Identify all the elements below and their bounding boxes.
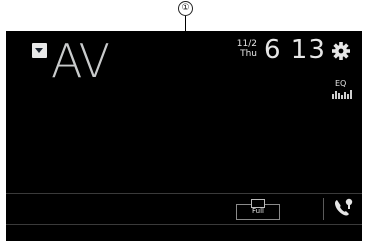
source-menu-button[interactable] — [32, 43, 47, 58]
clock-time[interactable]: 6 13 — [264, 35, 326, 65]
bottom-bar-divider — [6, 193, 362, 194]
date-label: 11/2 — [236, 39, 257, 49]
phone-icon[interactable] — [333, 197, 353, 219]
equalizer-bars-icon[interactable] — [331, 89, 353, 99]
callout-number: ① — [178, 1, 193, 16]
eq-label[interactable]: EQ — [335, 79, 346, 88]
triangle-down-icon — [35, 48, 43, 53]
gear-icon[interactable] — [331, 41, 351, 61]
weekday-label: Thu — [240, 49, 257, 59]
screen-bottom-line — [6, 224, 362, 225]
display-mode-button[interactable]: Full — [236, 199, 280, 220]
bottom-bar-separator — [323, 198, 324, 220]
head-unit-screen: AV 11/2 Thu 6 13 EQ Full — [6, 31, 362, 241]
current-source-label: AV — [51, 34, 110, 88]
display-mode-label: Full — [252, 207, 264, 215]
